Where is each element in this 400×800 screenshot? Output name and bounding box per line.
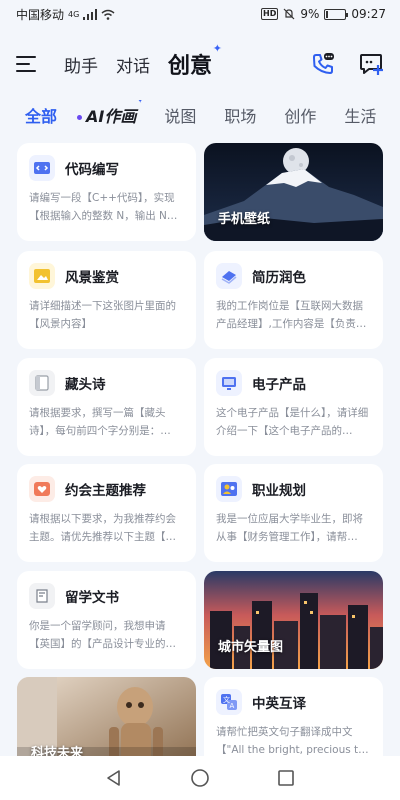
card-desc: 请根据要求，撰写一篇【藏头诗】，每句前四个字分别是：… bbox=[29, 407, 171, 437]
card-code[interactable]: 代码编写 请编写一段【C++代码】，实现【根据输入的整数 N，输出 N… bbox=[17, 143, 196, 241]
recents-icon[interactable] bbox=[275, 767, 297, 789]
card-acrostic-poem[interactable]: 藏头诗 请根据要求，撰写一篇【藏头诗】，每句前四个字分别是：… bbox=[17, 358, 196, 456]
card-title: 简历润色 bbox=[252, 270, 306, 286]
card-desc: 这个电子产品【是什么】，请详细介绍一下【这个电子产品的… bbox=[216, 407, 369, 437]
card-title: 职业规划 bbox=[252, 483, 306, 499]
card-title: 藏头诗 bbox=[65, 377, 106, 393]
image-card-city-vector[interactable]: 城市矢量图 bbox=[204, 571, 383, 669]
card-title: 中英互译 bbox=[252, 696, 306, 712]
card-title: 电子产品 bbox=[252, 377, 306, 393]
prompt-grid: 代码编写 请编写一段【C++代码】，实现【根据输入的整数 N，输出 N… 风景鉴… bbox=[0, 0, 400, 800]
card-desc: 请编写一段【C++代码】，实现【根据输入的整数 N，输出 N… bbox=[29, 192, 178, 222]
back-icon[interactable] bbox=[103, 767, 125, 789]
card-desc: 你是一个留学顾问，我想申请【英国】的【产品设计专业的… bbox=[29, 620, 176, 650]
career-icon bbox=[216, 476, 242, 502]
card-desc: 请详细描述一下这张图片里面的【风景内容】 bbox=[29, 300, 176, 330]
card-desc: 我是一位应届大学毕业生，即将从事【财务管理工作】，请帮… bbox=[216, 513, 363, 543]
card-desc: 我的工作岗位是【互联网大数据产品经理】,工作内容是【负责… bbox=[216, 300, 367, 330]
heart-icon bbox=[29, 476, 55, 502]
card-desc: 请根据以下要求，为我推荐约会主题。请优先推荐以下主题【… bbox=[29, 513, 176, 543]
card-title: 代码编写 bbox=[65, 162, 119, 178]
card-landscape[interactable]: 风景鉴赏 请详细描述一下这张图片里面的【风景内容】 bbox=[17, 251, 196, 349]
image-card-caption: 手机壁纸 bbox=[218, 212, 271, 227]
translate-icon: 文A bbox=[216, 689, 242, 715]
resume-icon bbox=[216, 263, 242, 289]
svg-text:A: A bbox=[230, 702, 235, 710]
card-electronics[interactable]: 电子产品 这个电子产品【是什么】，请详细介绍一下【这个电子产品的… bbox=[204, 358, 383, 456]
card-title: 约会主题推荐 bbox=[65, 483, 146, 499]
system-nav-bar bbox=[0, 756, 400, 800]
card-title: 留学文书 bbox=[65, 590, 119, 606]
monitor-icon bbox=[216, 370, 242, 396]
landscape-icon bbox=[29, 263, 55, 289]
code-icon bbox=[29, 155, 55, 181]
card-date-theme[interactable]: 约会主题推荐 请根据以下要求，为我推荐约会主题。请优先推荐以下主题【… bbox=[17, 464, 196, 562]
image-card-caption: 城市矢量图 bbox=[218, 640, 284, 655]
card-desc: 请帮忙把英文句子翻译成中文【"All the bright, precious … bbox=[216, 726, 369, 756]
card-resume[interactable]: 简历润色 我的工作岗位是【互联网大数据产品经理】,工作内容是【负责… bbox=[204, 251, 383, 349]
card-study-abroad[interactable]: 留学文书 你是一个留学顾问，我想申请【英国】的【产品设计专业的… bbox=[17, 571, 196, 669]
card-career-plan[interactable]: 职业规划 我是一位应届大学毕业生，即将从事【财务管理工作】，请帮… bbox=[204, 464, 383, 562]
image-card-wallpaper[interactable]: 手机壁纸 bbox=[204, 143, 383, 241]
poem-icon bbox=[29, 370, 55, 396]
card-title: 风景鉴赏 bbox=[65, 270, 119, 286]
home-icon[interactable] bbox=[189, 767, 211, 789]
document-icon bbox=[29, 583, 55, 609]
